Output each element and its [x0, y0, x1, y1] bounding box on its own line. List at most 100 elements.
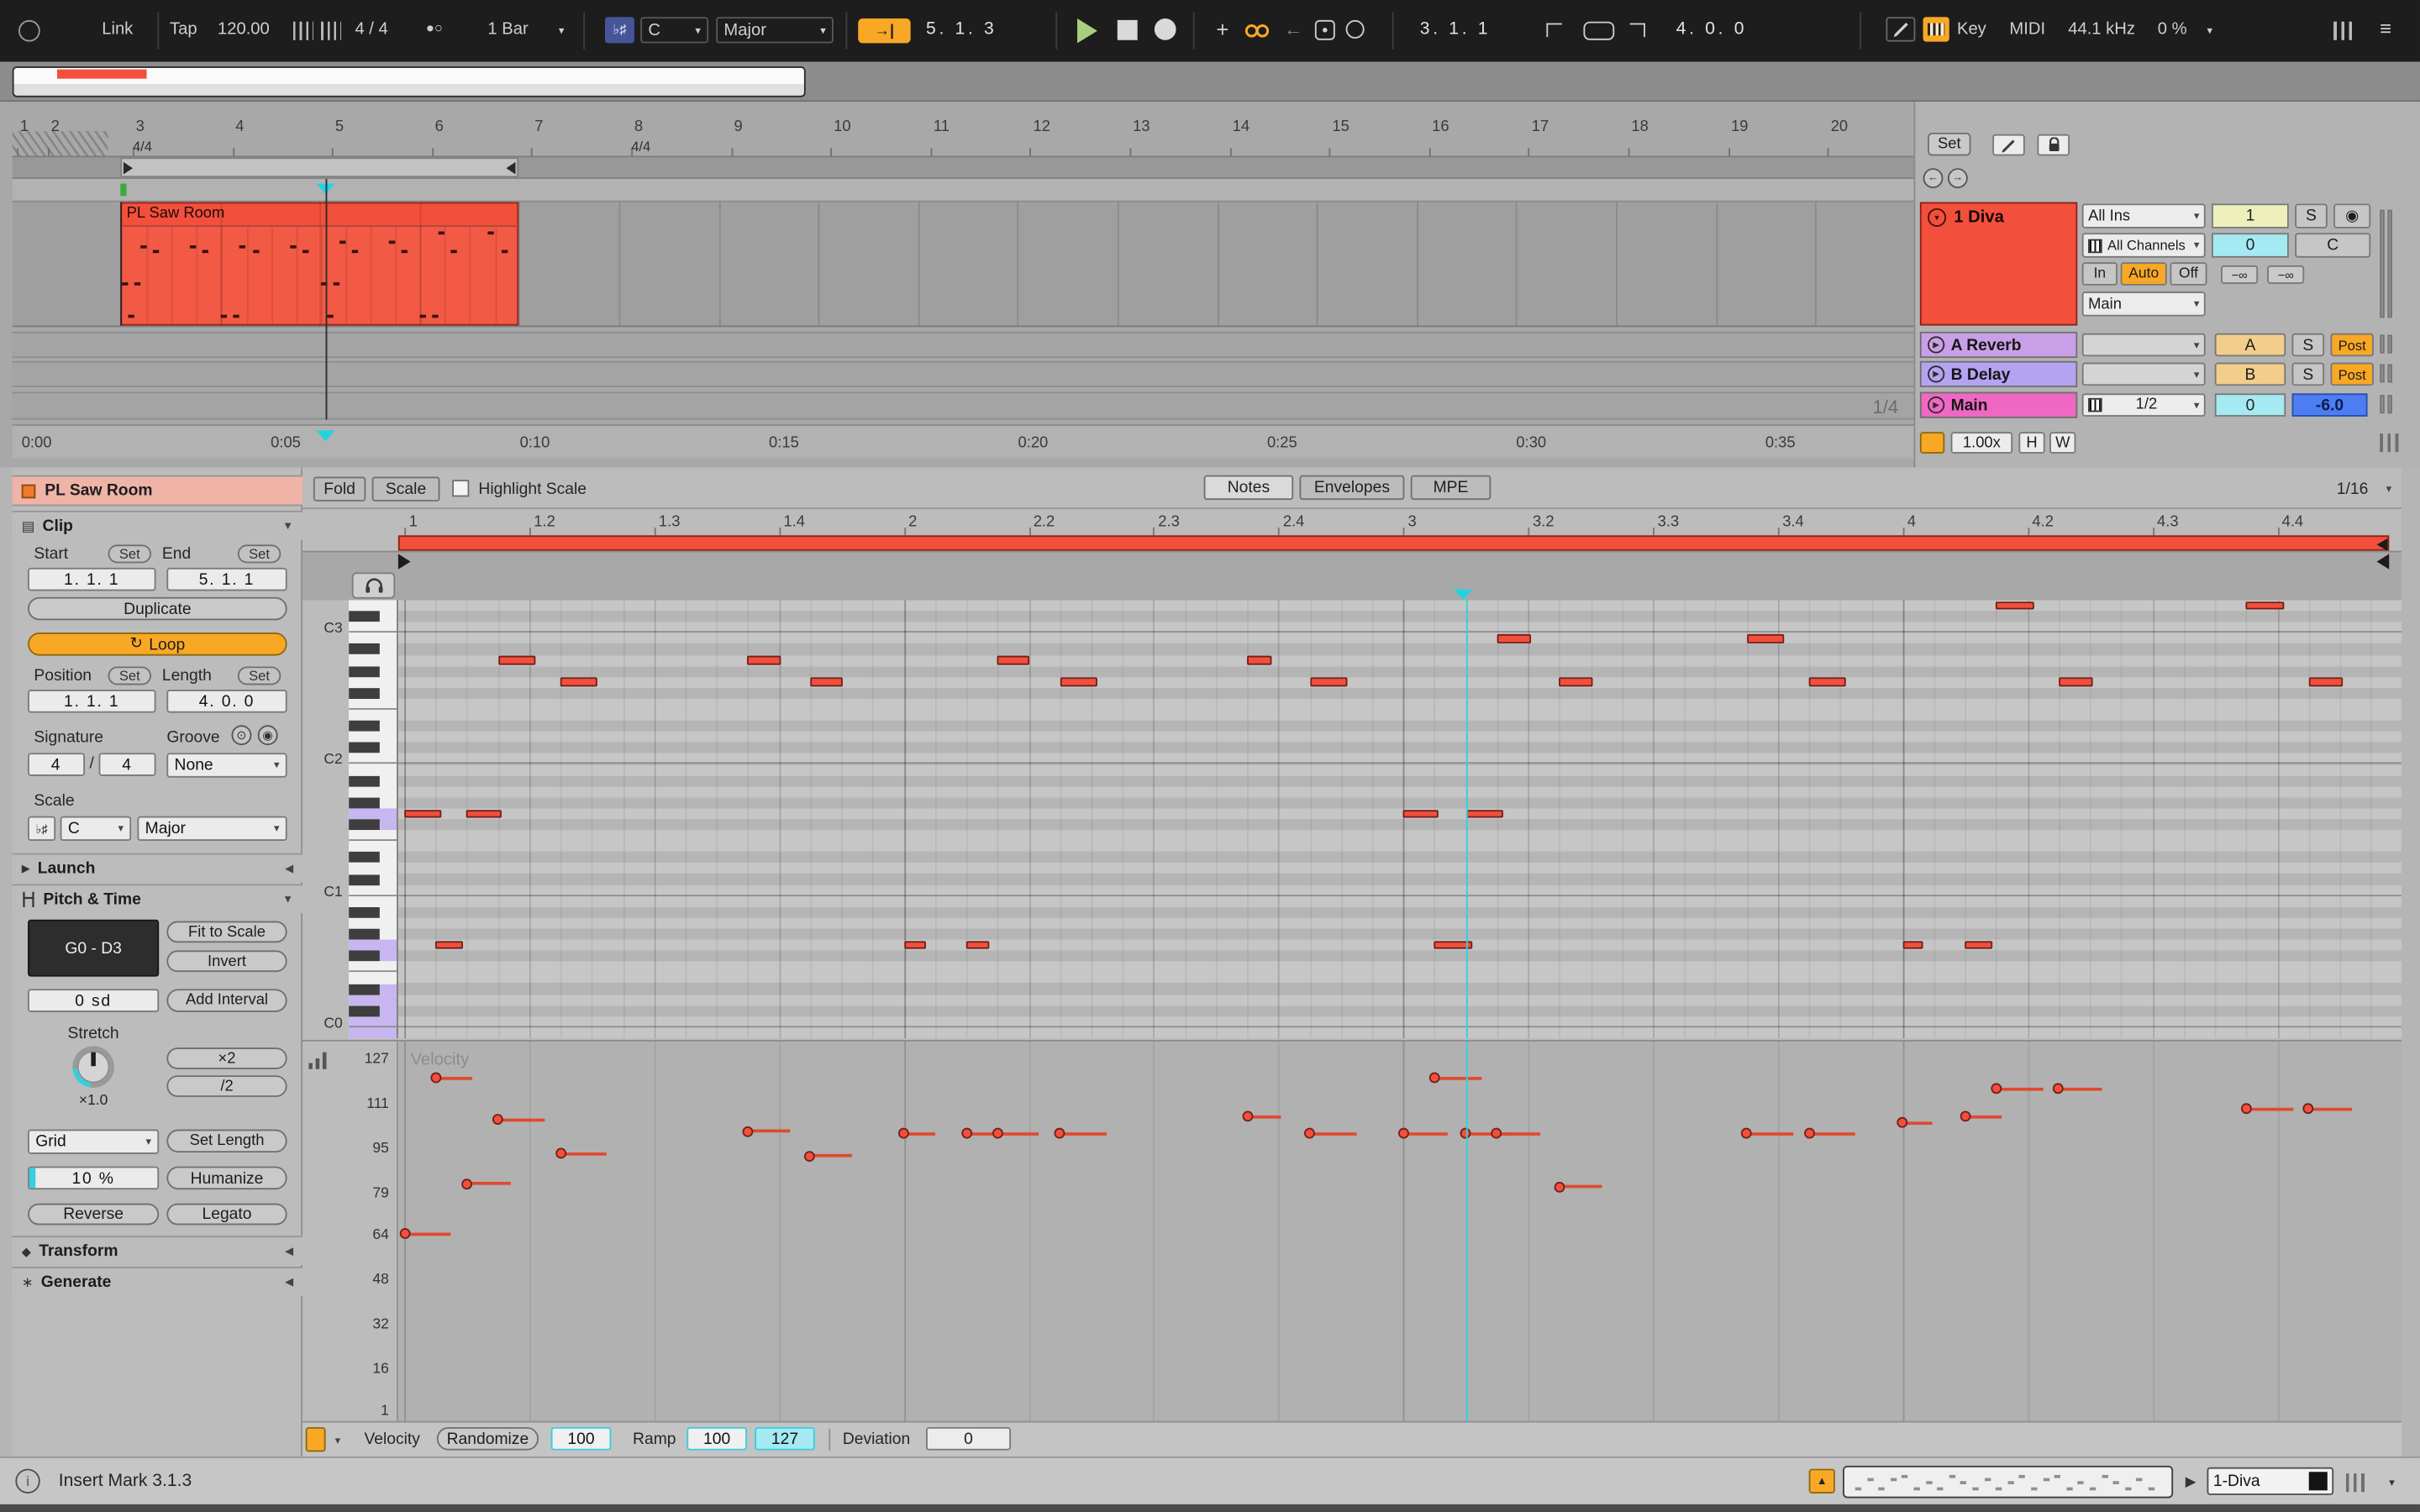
velocity-marker[interactable] [805, 1151, 816, 1162]
scale-name-select[interactable]: Major▾ [716, 17, 834, 43]
piano-key[interactable] [349, 951, 398, 962]
volume-field[interactable]: 0 [2212, 233, 2289, 257]
signature-numerator[interactable]: 4 [28, 753, 85, 776]
tap-tempo-button[interactable]: Tap [170, 20, 197, 39]
midi-note[interactable] [904, 941, 927, 950]
piano-key[interactable] [349, 995, 398, 1005]
pitch-range-display[interactable]: G0 - D3 [28, 920, 159, 977]
start-set-button[interactable]: Set [108, 544, 151, 563]
legato-button[interactable]: Legato [166, 1204, 287, 1226]
tempo-field[interactable]: 120.00 [218, 20, 270, 39]
stretch-halve-button[interactable]: /2 [166, 1075, 287, 1097]
midi-note[interactable] [404, 809, 442, 818]
tab-envelopes[interactable]: Envelopes [1300, 475, 1405, 500]
midi-note[interactable] [1560, 678, 1593, 687]
velocity-marker[interactable] [2241, 1103, 2252, 1114]
groove-hot-swap-icon[interactable]: ⊙ [232, 725, 252, 745]
fold-icon[interactable]: ▶ [1928, 336, 1944, 353]
midi-note[interactable] [1747, 634, 1785, 643]
monitor-in-button[interactable]: In [2082, 262, 2118, 286]
nudge-down-icon[interactable] [293, 22, 313, 40]
main-output-select[interactable]: 1/2▾ [2082, 393, 2206, 417]
record-button[interactable] [1155, 18, 1176, 40]
main-lane[interactable]: 1/4 [13, 392, 1914, 420]
piano-key[interactable] [349, 874, 398, 885]
monitor-auto-button[interactable]: Auto [2121, 262, 2167, 286]
piano-keys[interactable] [349, 600, 398, 1038]
nudge-up-icon[interactable] [321, 22, 341, 40]
return-lane-a[interactable] [13, 332, 1914, 358]
midi-note[interactable] [748, 656, 781, 665]
midi-note[interactable] [1902, 941, 1923, 950]
grid-value-label[interactable]: 1/16 [2337, 480, 2369, 498]
key-map-button[interactable]: Key [1957, 20, 1986, 39]
piano-key[interactable] [349, 885, 398, 896]
stop-button[interactable] [1118, 20, 1138, 40]
velocity-marker[interactable] [960, 1128, 971, 1139]
piano-key[interactable] [349, 929, 398, 940]
fold-icon[interactable]: ▶ [1928, 365, 1944, 382]
transpose-field[interactable]: 0 sd [28, 989, 159, 1012]
section-generate[interactable]: ∗ Generate ◀ [13, 1267, 302, 1296]
reverse-button[interactable]: Reverse [28, 1204, 159, 1226]
position-value[interactable]: 1. 1. 1 [28, 690, 155, 713]
midi-note[interactable] [1403, 809, 1439, 818]
midi-note[interactable] [966, 941, 989, 950]
scale-icon[interactable]: ♭♯ [605, 17, 634, 43]
return-b-send[interactable]: B [2215, 363, 2286, 386]
piano-key[interactable] [349, 600, 398, 611]
velocity-marker[interactable] [1960, 1111, 1970, 1122]
return-a-routing-select[interactable]: ▾ [2082, 333, 2206, 357]
punch-in-icon[interactable] [1546, 24, 1561, 38]
velocity-marker[interactable] [1055, 1128, 1065, 1139]
midi-note[interactable] [1465, 809, 1503, 818]
midi-note[interactable] [1965, 941, 1993, 950]
return-a-send[interactable]: A [2215, 333, 2286, 357]
piano-key[interactable] [349, 644, 398, 655]
track-header-return-a[interactable]: ▶A Reverb [1920, 332, 2077, 358]
bar-ruler[interactable]: 12345678910111213141516171819204/44/4 [13, 116, 1914, 158]
monitor-off-button[interactable]: Off [2170, 262, 2207, 286]
set-marker-button[interactable]: Set [1928, 133, 1970, 156]
velocity-marker[interactable] [1491, 1128, 1502, 1139]
input-channel-select[interactable]: All Channels▾ [2082, 233, 2206, 257]
velocity-marker[interactable] [742, 1126, 753, 1137]
ramp-end-field[interactable]: 127 [755, 1427, 815, 1451]
velocity-marker[interactable] [2303, 1103, 2314, 1114]
deviation-field[interactable]: 0 [926, 1427, 1011, 1451]
midi-note[interactable] [2059, 678, 2092, 687]
length-set-button[interactable]: Set [238, 666, 281, 685]
arrangement-position[interactable]: 5. 1. 3 [926, 20, 997, 39]
piano-key[interactable] [349, 655, 398, 666]
piano-key[interactable] [349, 819, 398, 830]
piano-key[interactable] [349, 852, 398, 863]
piano-key[interactable] [349, 841, 398, 852]
punch-loop-start-field[interactable]: 3. 1. 1 [1420, 20, 1491, 39]
midi-note[interactable] [498, 656, 536, 665]
fold-lane-button[interactable]: ▲ [1809, 1469, 1835, 1494]
midi-note[interactable] [560, 678, 598, 687]
piano-key[interactable] [349, 896, 398, 907]
preview-headphone-button[interactable] [352, 572, 395, 598]
midi-note[interactable] [2246, 601, 2284, 611]
metronome-icon[interactable]: ●○ [426, 20, 443, 35]
computer-midi-keyboard-icon[interactable] [1923, 17, 1949, 41]
arrangement-overview[interactable] [0, 61, 2420, 102]
note-grid[interactable] [398, 600, 2402, 1038]
piano-key[interactable] [349, 984, 398, 995]
length-value[interactable]: 4. 0. 0 [166, 690, 287, 713]
velocity-marker[interactable] [1897, 1117, 1908, 1128]
zoom-height-button[interactable]: H [2018, 432, 2044, 454]
clip-loop-bar[interactable] [302, 535, 2402, 550]
piano-key[interactable] [349, 775, 398, 786]
velocity-marker[interactable] [1803, 1128, 1814, 1139]
scale-button[interactable]: Scale [372, 477, 440, 501]
session-record-icon[interactable] [1346, 20, 1365, 39]
piano-key[interactable] [349, 863, 398, 874]
clip-title-bar[interactable]: PL Saw Room [13, 475, 302, 507]
velocity-marker[interactable] [1741, 1128, 1752, 1139]
plus-icon[interactable]: + [1216, 17, 1228, 41]
hamburger-icon[interactable]: ≡ [2380, 17, 2391, 40]
lane-grip[interactable] [306, 1427, 326, 1452]
grid-select[interactable]: Grid▾ [28, 1129, 159, 1153]
